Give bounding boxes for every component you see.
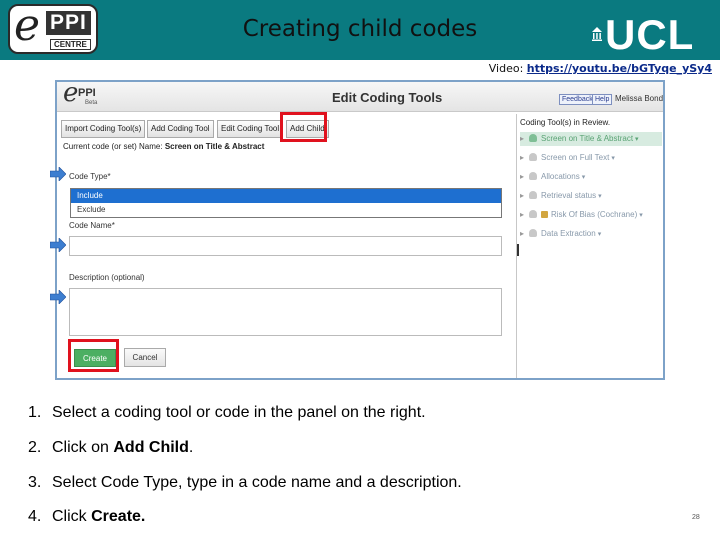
step-number: 3. [28, 474, 42, 491]
expand-arrow-icon[interactable]: ▸ [520, 227, 529, 241]
code-set-icon [529, 134, 537, 142]
tree-item-screen-full-text[interactable]: ▸ Screen on Full Text ▾ [520, 151, 662, 165]
code-type-option-include[interactable]: Include [71, 189, 501, 203]
step-text: Select Code Type, type in a code name an… [52, 474, 462, 491]
step-1: 1. Select a coding tool or code in the pa… [28, 404, 426, 422]
edit-coding-tools-window: e PPI Beta Edit Coding Tools Feedback He… [55, 80, 665, 380]
tree-item-data-extraction[interactable]: ▸ Data Extraction ▾ [520, 227, 662, 241]
step-text: Click [52, 508, 92, 525]
expand-arrow-icon[interactable]: ▸ [520, 170, 529, 184]
expand-arrow-icon[interactable]: ▸ [520, 151, 529, 165]
slide-title: Creating child codes [242, 16, 478, 42]
step-text: Select a coding tool or code in the pane… [52, 404, 426, 421]
tree-item-label: Allocations [541, 172, 580, 181]
eppi-logo-letter: e [14, 0, 41, 51]
chevron-down-icon[interactable]: ▾ [582, 174, 586, 181]
video-prefix: Video: [488, 62, 527, 75]
code-type-pointer-arrow-icon [50, 167, 66, 181]
eppi-centre-logo: e PPI CENTRE [8, 0, 98, 54]
app-logo-sub: Beta [85, 100, 98, 106]
tree-item-label: Retrieval status [541, 191, 597, 200]
expand-arrow-icon[interactable]: ▸ [520, 132, 529, 146]
code-set-icon [529, 229, 537, 237]
code-set-icon [529, 191, 537, 199]
tree-item-label: Screen on Full Text [541, 153, 610, 162]
cancel-button[interactable]: Cancel [124, 348, 166, 367]
code-set-icon [529, 153, 537, 161]
tree-item-risk-of-bias[interactable]: ▸ Risk Of Bias (Cochrane) ▾ [520, 208, 662, 222]
tree-item-allocations[interactable]: ▸ Allocations ▾ [520, 170, 662, 184]
eppi-logo-ppi: PPI [46, 11, 91, 35]
page-number: 28 [692, 514, 700, 521]
import-coding-tools-button[interactable]: Import Coding Tool(s) [61, 120, 146, 138]
expand-arrow-icon[interactable]: ▸ [520, 189, 529, 203]
step-bold-text: Create. [91, 508, 146, 525]
step-4: 4. Click Create. [28, 508, 145, 526]
tree-item-label: Screen on Title & Abstract [541, 134, 634, 143]
panel-divider [516, 114, 517, 378]
code-set-icon [529, 210, 537, 218]
app-logo-letter: e [63, 80, 79, 108]
app-top-bar: e PPI Beta Edit Coding Tools Feedback He… [57, 82, 663, 112]
step-text: Click on [52, 439, 114, 456]
step-2: 2. Click on Add Child. [28, 439, 193, 457]
feedback-button[interactable]: Feedback [559, 94, 596, 105]
chevron-down-icon[interactable]: ▾ [611, 155, 615, 162]
code-name-pointer-arrow-icon [50, 238, 66, 252]
code-name-label: Code Name* [69, 221, 115, 230]
chevron-down-icon[interactable]: ▾ [639, 212, 643, 219]
add-coding-tool-button[interactable]: Add Coding Tool [147, 120, 214, 138]
ucl-logo: UCL [605, 11, 695, 58]
tree-item-label: Data Extraction [541, 229, 596, 238]
coding-tools-tree-title: Coding Tool(s) in Review. [520, 118, 611, 127]
code-type-select[interactable]: Include Exclude [70, 188, 502, 218]
code-name-input[interactable] [69, 236, 502, 256]
code-type-label: Code Type* [69, 172, 111, 181]
video-line: Video: https://youtu.be/bGTyqe_ySy4 [489, 62, 712, 75]
chevron-down-icon[interactable]: ▾ [598, 193, 602, 200]
video-link[interactable]: https://youtu.be/bGTyqe_ySy4 [527, 62, 712, 75]
description-pointer-arrow-icon [50, 290, 66, 304]
chevron-down-icon[interactable]: ▾ [598, 231, 602, 238]
code-type-option-exclude[interactable]: Exclude [71, 203, 501, 217]
add-child-highlight [280, 112, 327, 142]
step-bold-text: Add Child [113, 439, 189, 456]
description-label: Description (optional) [69, 273, 145, 282]
tree-item-label: Risk Of Bias (Cochrane) [551, 210, 638, 219]
eppi-logo-centre: CENTRE [50, 39, 91, 50]
edit-coding-tool-button[interactable]: Edit Coding Tool [217, 120, 284, 138]
code-set-icon [529, 172, 537, 180]
current-code-line: Current code (or set) Name: Screen on Ti… [63, 142, 264, 151]
chevron-down-icon[interactable]: ▾ [635, 136, 639, 143]
description-textarea[interactable] [69, 288, 502, 336]
step-number: 2. [28, 439, 42, 456]
current-code-label: Current code (or set) Name: [63, 142, 165, 151]
step-3: 3. Select Code Type, type in a code name … [28, 474, 462, 492]
step-number: 1. [28, 404, 42, 421]
app-logo-text: PPI [78, 87, 96, 99]
user-name: Melissa Bond [615, 94, 664, 103]
tree-item-screen-title-abstract[interactable]: ▸ Screen on Title & Abstract ▾ [520, 132, 662, 146]
help-button[interactable]: Help [592, 94, 613, 105]
create-highlight [68, 339, 119, 372]
step-text-end: . [188, 439, 194, 456]
app-logo: e PPI Beta [63, 82, 115, 110]
text-cursor [517, 244, 519, 256]
lock-icon [541, 211, 548, 218]
current-code-value: Screen on Title & Abstract [164, 142, 265, 151]
app-title: Edit Coding Tools [332, 90, 443, 105]
expand-arrow-icon[interactable]: ▸ [520, 208, 529, 222]
ucl-portico-icon [592, 27, 602, 41]
tree-item-retrieval-status[interactable]: ▸ Retrieval status ▾ [520, 189, 662, 203]
step-number: 4. [28, 508, 42, 525]
